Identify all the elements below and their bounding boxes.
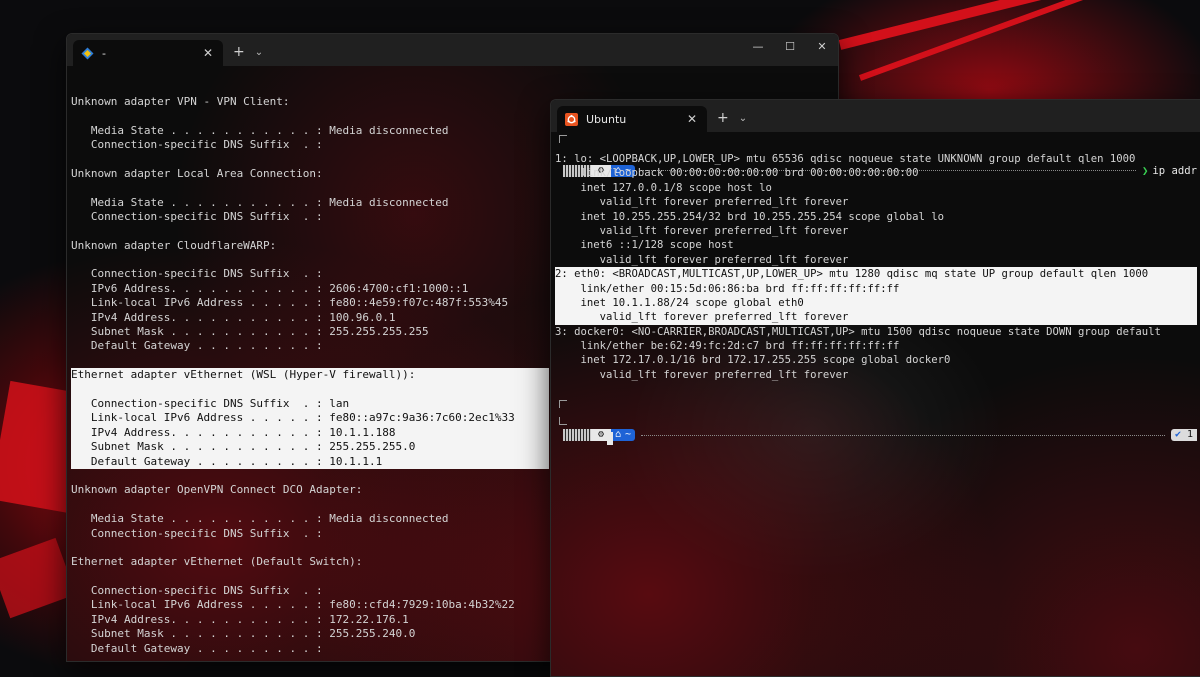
ubuntu-icon xyxy=(565,112,578,126)
terminal-line: Link-local IPv6 Address . . . . . : fe80… xyxy=(71,411,549,426)
prompt-filler xyxy=(641,434,1165,436)
close-tab-icon[interactable]: ✕ xyxy=(201,46,215,60)
terminal-line xyxy=(71,382,549,397)
text-cursor xyxy=(607,431,614,445)
terminal-line: inet 10.255.255.254/32 brd 10.255.255.25… xyxy=(555,210,945,223)
terminal-line: Ethernet adapter vEthernet (WSL (Hyper-V… xyxy=(71,368,549,383)
chevron-down-icon[interactable]: ⌄ xyxy=(739,106,747,132)
window-controls: — ☐ ✕ xyxy=(742,34,838,60)
terminal-line: inet6 ::1/128 scope host xyxy=(555,239,734,252)
prompt-line: ⚙ ⌂ ~ ✔ 1 xyxy=(555,397,1197,442)
status-badge: ✔ 1 xyxy=(1170,429,1197,442)
powershell-icon xyxy=(81,47,94,59)
terminal-line: Default Gateway . . . . . . . . . : 10.1… xyxy=(71,454,549,469)
terminal-line: link/loopback 00:00:00:00:00:00 brd 00:0… xyxy=(555,167,919,180)
terminal-line: 3: docker0: <NO-CARRIER,BROADCAST,MULTIC… xyxy=(555,325,1161,338)
prompt-line: ⚙ ⌂ ~ ❯ ip addr xyxy=(555,132,1197,177)
new-tab-button[interactable]: + xyxy=(717,106,729,132)
minimize-button[interactable]: — xyxy=(742,34,774,60)
terminal-line: valid_lft forever preferred_lft forever xyxy=(555,253,849,266)
chevron-down-icon[interactable]: ⌄ xyxy=(255,40,263,66)
close-tab-icon[interactable]: ✕ xyxy=(685,112,699,126)
terminal-line: inet 172.17.0.1/16 brd 172.17.255.255 sc… xyxy=(555,354,951,367)
command-output: 1: lo: <LOOPBACK,UP,LOWER_UP> mtu 65536 … xyxy=(555,152,1197,382)
prompt-corner xyxy=(559,135,567,143)
terminal-line: link/ether be:62:49:fc:2d:c7 brd ff:ff:f… xyxy=(555,340,900,353)
title-bar[interactable]: Ubuntu ✕ + ⌄ xyxy=(551,100,1200,132)
terminal-line: Subnet Mask . . . . . . . . . . . : 255.… xyxy=(71,440,549,455)
ubuntu-window[interactable]: Ubuntu ✕ + ⌄ ⚙ ⌂ ~ ❯ ip addr 1: lo: <LOOP… xyxy=(550,99,1200,677)
terminal-line: Connection-specific DNS Suffix . : lan xyxy=(71,396,549,412)
terminal-line: valid_lft forever preferred_lft forever xyxy=(555,368,849,381)
tab-ubuntu[interactable]: Ubuntu ✕ xyxy=(557,106,707,132)
terminal-line: link/ether 00:15:5d:06:86:ba brd ff:ff:f… xyxy=(555,281,1197,296)
maximize-button[interactable]: ☐ xyxy=(774,34,806,60)
new-tab-button[interactable]: + xyxy=(233,40,245,66)
terminal-line: inet 127.0.0.1/8 scope host lo xyxy=(555,181,772,194)
prompt-corner xyxy=(559,399,567,408)
terminal-line: valid_lft forever preferred_lft forever xyxy=(555,310,1197,325)
tab-powershell[interactable]: - ✕ xyxy=(73,40,223,66)
input-line[interactable] xyxy=(555,416,1197,445)
terminal-output[interactable]: ⚙ ⌂ ~ ❯ ip addr 1: lo: <LOOPBACK,UP,LOWER… xyxy=(551,132,1200,676)
prompt-directory: ⌂ ~ xyxy=(611,429,636,442)
terminal-line: valid_lft forever preferred_lft forever xyxy=(555,224,849,237)
tab-title: - xyxy=(102,46,106,60)
tab-title: Ubuntu xyxy=(586,112,627,126)
terminal-line: valid_lft forever preferred_lft forever xyxy=(555,196,849,209)
terminal-line: 1: lo: <LOOPBACK,UP,LOWER_UP> mtu 65536 … xyxy=(555,153,1136,165)
terminal-line: 2: eth0: <BROADCAST,MULTICAST,UP,LOWER_U… xyxy=(555,267,1197,282)
terminal-line: IPv4 Address. . . . . . . . . . . : 10.1… xyxy=(71,425,549,441)
close-window-button[interactable]: ✕ xyxy=(806,34,838,60)
prompt-corner xyxy=(559,416,567,425)
terminal-line: inet 10.1.1.88/24 scope global eth0 xyxy=(555,295,1197,311)
title-bar[interactable]: - ✕ + ⌄ — ☐ ✕ xyxy=(67,34,838,66)
